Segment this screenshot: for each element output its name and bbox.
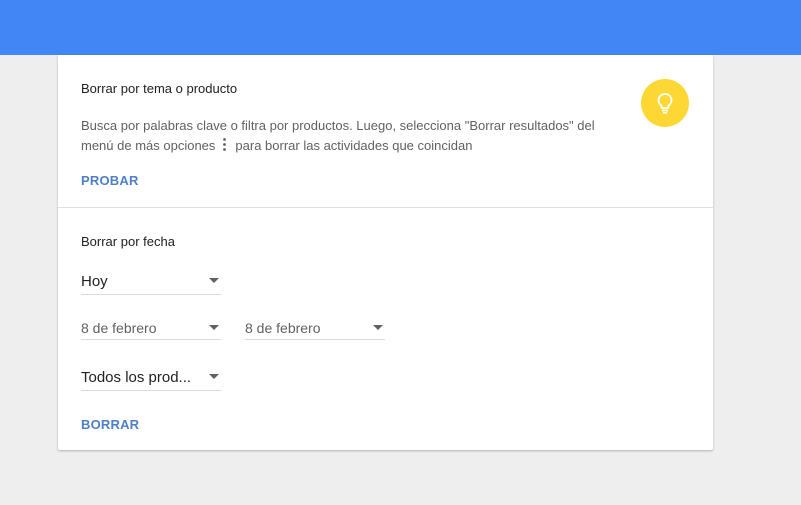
date-range-select[interactable]: Hoy — [81, 271, 221, 295]
top-app-bar — [0, 0, 801, 55]
chevron-down-icon — [373, 325, 383, 330]
chevron-down-icon — [209, 325, 219, 330]
try-button[interactable]: PROBAR — [81, 173, 139, 188]
end-date-select[interactable]: 8 de febrero — [245, 319, 385, 340]
end-date-value: 8 de febrero — [245, 320, 321, 336]
chevron-down-icon — [209, 278, 219, 283]
product-select[interactable]: Todos los prod... — [81, 367, 221, 391]
delete-by-date-title: Borrar por fecha — [81, 234, 175, 249]
delete-by-topic-section: Borrar por tema o producto Busca por pal… — [58, 55, 713, 208]
more-vert-icon — [223, 138, 227, 151]
chevron-down-icon — [209, 374, 219, 379]
delete-by-topic-description: Busca por palabras clave o filtra por pr… — [81, 116, 621, 156]
delete-button[interactable]: BORRAR — [81, 417, 139, 432]
delete-by-topic-title: Borrar por tema o producto — [81, 81, 238, 96]
description-text-part-2: para borrar las actividades que coincida… — [235, 138, 473, 153]
delete-activity-card: Borrar por tema o producto Busca por pal… — [58, 55, 713, 450]
product-value: Todos los prod... — [81, 369, 192, 386]
lightbulb-icon — [641, 79, 689, 127]
start-date-select[interactable]: 8 de febrero — [81, 319, 221, 340]
start-date-value: 8 de febrero — [81, 320, 157, 336]
date-range-value: Hoy — [81, 273, 108, 290]
